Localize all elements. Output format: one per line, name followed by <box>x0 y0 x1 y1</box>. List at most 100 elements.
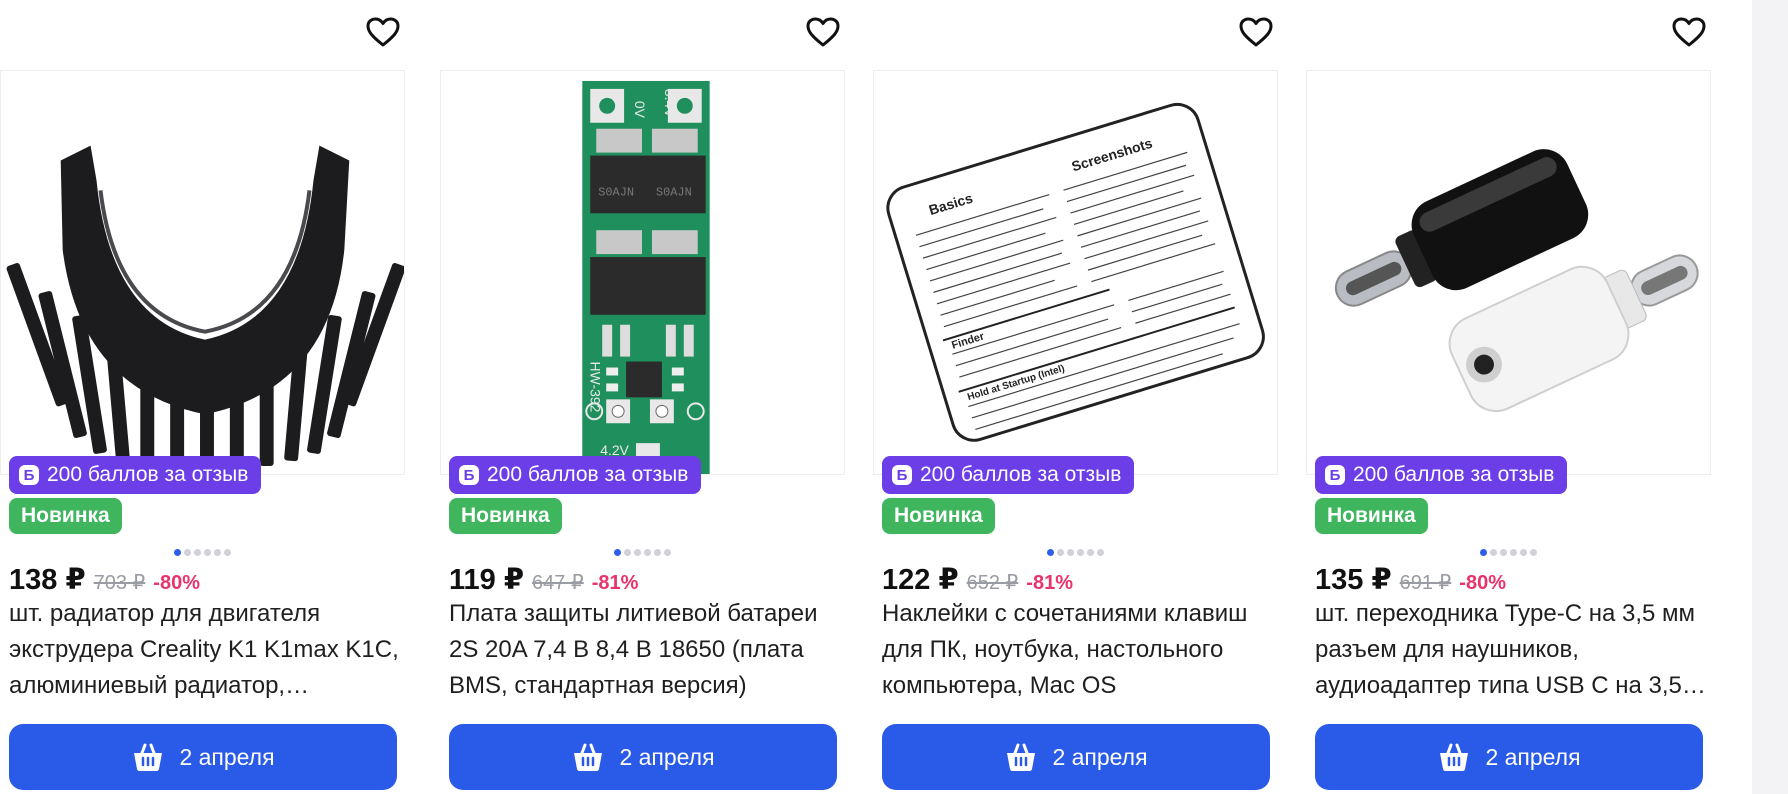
discount-percent: -81% <box>591 572 639 594</box>
carousel-dot[interactable] <box>1530 549 1537 556</box>
new-badge: Новинка <box>882 498 995 534</box>
carousel-dot[interactable] <box>204 549 211 556</box>
product-card[interactable]: 0V 8.4V S0AJN S0AJN HW-392 4.2V Б 200 ба… <box>440 0 845 794</box>
image-carousel-dots[interactable] <box>614 549 671 556</box>
favorite-button[interactable] <box>1667 12 1711 52</box>
carousel-dot[interactable] <box>214 549 221 556</box>
add-to-cart-button[interactable]: 2 апреля <box>449 724 837 790</box>
heart-outline-icon <box>1239 17 1273 47</box>
delivery-date-label: 2 апреля <box>619 743 715 770</box>
product-image[interactable]: Basics Screenshots Finder Hold at Startu… <box>873 70 1278 475</box>
product-title[interactable]: шт. радиатор для двигателя экструдера Cr… <box>9 596 404 704</box>
favorite-button[interactable] <box>1234 12 1278 52</box>
discount-percent: -80% <box>153 572 200 594</box>
extruder-heatsink-image <box>6 145 404 470</box>
chip-marking: S0AJN <box>598 185 634 199</box>
bonus-badge: Б 200 баллов за отзыв <box>1315 456 1568 494</box>
discount-percent: -80% <box>1459 572 1506 594</box>
carousel-dot[interactable] <box>224 549 231 556</box>
carousel-dot[interactable] <box>644 549 651 556</box>
price-row: 135 ₽ 691 ₽ -80% <box>1315 562 1506 597</box>
carousel-dot[interactable] <box>1500 549 1507 556</box>
carousel-dot[interactable] <box>1057 549 1064 556</box>
bonus-badge: Б 200 баллов за отзыв <box>449 456 702 494</box>
product-image[interactable]: 0V 8.4V S0AJN S0AJN HW-392 4.2V <box>440 70 845 475</box>
product-title[interactable]: Плата защиты литиевой батареи 2S 20A 7,4… <box>449 596 844 704</box>
carousel-dot[interactable] <box>1490 549 1497 556</box>
basket-icon <box>1440 743 1469 771</box>
delivery-date-label: 2 апреля <box>1485 743 1581 770</box>
basket-icon <box>1007 743 1036 771</box>
old-price: 652 ₽ <box>966 572 1019 594</box>
bms-board-image: 0V 8.4V S0AJN S0AJN HW-392 4.2V <box>582 80 710 474</box>
carousel-dot[interactable] <box>194 549 201 556</box>
image-carousel-dots[interactable] <box>1047 549 1104 556</box>
current-price: 138 ₽ <box>9 564 86 596</box>
current-price: 135 ₽ <box>1315 564 1392 596</box>
current-price: 122 ₽ <box>882 564 959 596</box>
chip-marking: S0AJN <box>656 185 692 199</box>
bonus-points-icon: Б <box>1325 465 1345 485</box>
carousel-dot[interactable] <box>614 549 621 556</box>
product-card[interactable]: Б 200 баллов за отзыв Новинка 135 ₽ 691 … <box>1306 0 1711 794</box>
carousel-dot[interactable] <box>654 549 661 556</box>
discount-percent: -81% <box>1026 572 1073 594</box>
add-to-cart-button[interactable]: 2 апреля <box>1315 724 1703 790</box>
delivery-date-label: 2 апреля <box>1052 743 1148 770</box>
old-price: 691 ₽ <box>1399 572 1452 594</box>
bonus-badge: Б 200 баллов за отзыв <box>9 456 262 494</box>
current-price: 119 ₽ <box>449 564 525 596</box>
add-to-cart-button[interactable]: 2 апреля <box>9 724 397 790</box>
carousel-dot[interactable] <box>1480 549 1487 556</box>
product-image[interactable] <box>0 70 405 475</box>
product-title[interactable]: Наклейки с сочетаниями клавиш для ПК, но… <box>882 596 1277 704</box>
product-title[interactable]: шт. переходника Type-C на 3,5 мм разъем … <box>1315 596 1710 704</box>
carousel-dot[interactable] <box>174 549 181 556</box>
bonus-label: 200 баллов за отзыв <box>920 463 1122 486</box>
image-carousel-dots[interactable] <box>174 549 231 556</box>
heart-outline-icon <box>1672 17 1706 47</box>
image-carousel-dots[interactable] <box>1480 549 1537 556</box>
product-card[interactable]: Basics Screenshots Finder Hold at Startu… <box>873 0 1278 794</box>
carousel-dot[interactable] <box>1520 549 1527 556</box>
carousel-dot[interactable] <box>1097 549 1104 556</box>
carousel-dot[interactable] <box>1510 549 1517 556</box>
favorite-button[interactable] <box>361 12 405 52</box>
add-to-cart-button[interactable]: 2 апреля <box>882 724 1270 790</box>
carousel-dot[interactable] <box>1067 549 1074 556</box>
shortcut-sticker-image: Basics Screenshots Finder Hold at Startu… <box>886 102 1265 442</box>
carousel-dot[interactable] <box>1047 549 1054 556</box>
product-image[interactable] <box>1306 70 1711 475</box>
page-scrollbar[interactable] <box>1752 0 1788 794</box>
heart-outline-icon <box>366 17 400 47</box>
carousel-dot[interactable] <box>664 549 671 556</box>
bonus-label: 200 баллов за отзыв <box>47 463 249 486</box>
basket-icon <box>134 743 163 771</box>
bonus-label: 200 баллов за отзыв <box>487 463 689 486</box>
usb-c-adapter-image <box>1334 149 1699 413</box>
bonus-points-icon: Б <box>892 465 912 485</box>
board-label-84v: 8.4V <box>662 89 678 118</box>
bonus-badge: Б 200 баллов за отзыв <box>882 456 1135 494</box>
new-badge: Новинка <box>1315 498 1428 534</box>
old-price: 703 ₽ <box>93 572 146 594</box>
carousel-dot[interactable] <box>1087 549 1094 556</box>
carousel-dot[interactable] <box>624 549 631 556</box>
price-row: 138 ₽ 703 ₽ -80% <box>9 562 200 597</box>
price-row: 122 ₽ 652 ₽ -81% <box>882 562 1073 597</box>
product-card[interactable]: Б 200 баллов за отзыв Новинка 138 ₽ 703 … <box>0 0 405 794</box>
new-badge: Новинка <box>9 498 122 534</box>
bonus-label: 200 баллов за отзыв <box>1353 463 1555 486</box>
old-price: 647 ₽ <box>532 572 584 594</box>
carousel-dot[interactable] <box>184 549 191 556</box>
board-label-0v: 0V <box>632 101 648 119</box>
bonus-points-icon: Б <box>19 465 39 485</box>
basket-icon <box>574 743 603 771</box>
bonus-points-icon: Б <box>459 465 479 485</box>
heart-outline-icon <box>806 17 840 47</box>
favorite-button[interactable] <box>801 12 845 52</box>
new-badge: Новинка <box>449 498 562 534</box>
carousel-dot[interactable] <box>1077 549 1084 556</box>
delivery-date-label: 2 апреля <box>179 743 275 770</box>
carousel-dot[interactable] <box>634 549 641 556</box>
